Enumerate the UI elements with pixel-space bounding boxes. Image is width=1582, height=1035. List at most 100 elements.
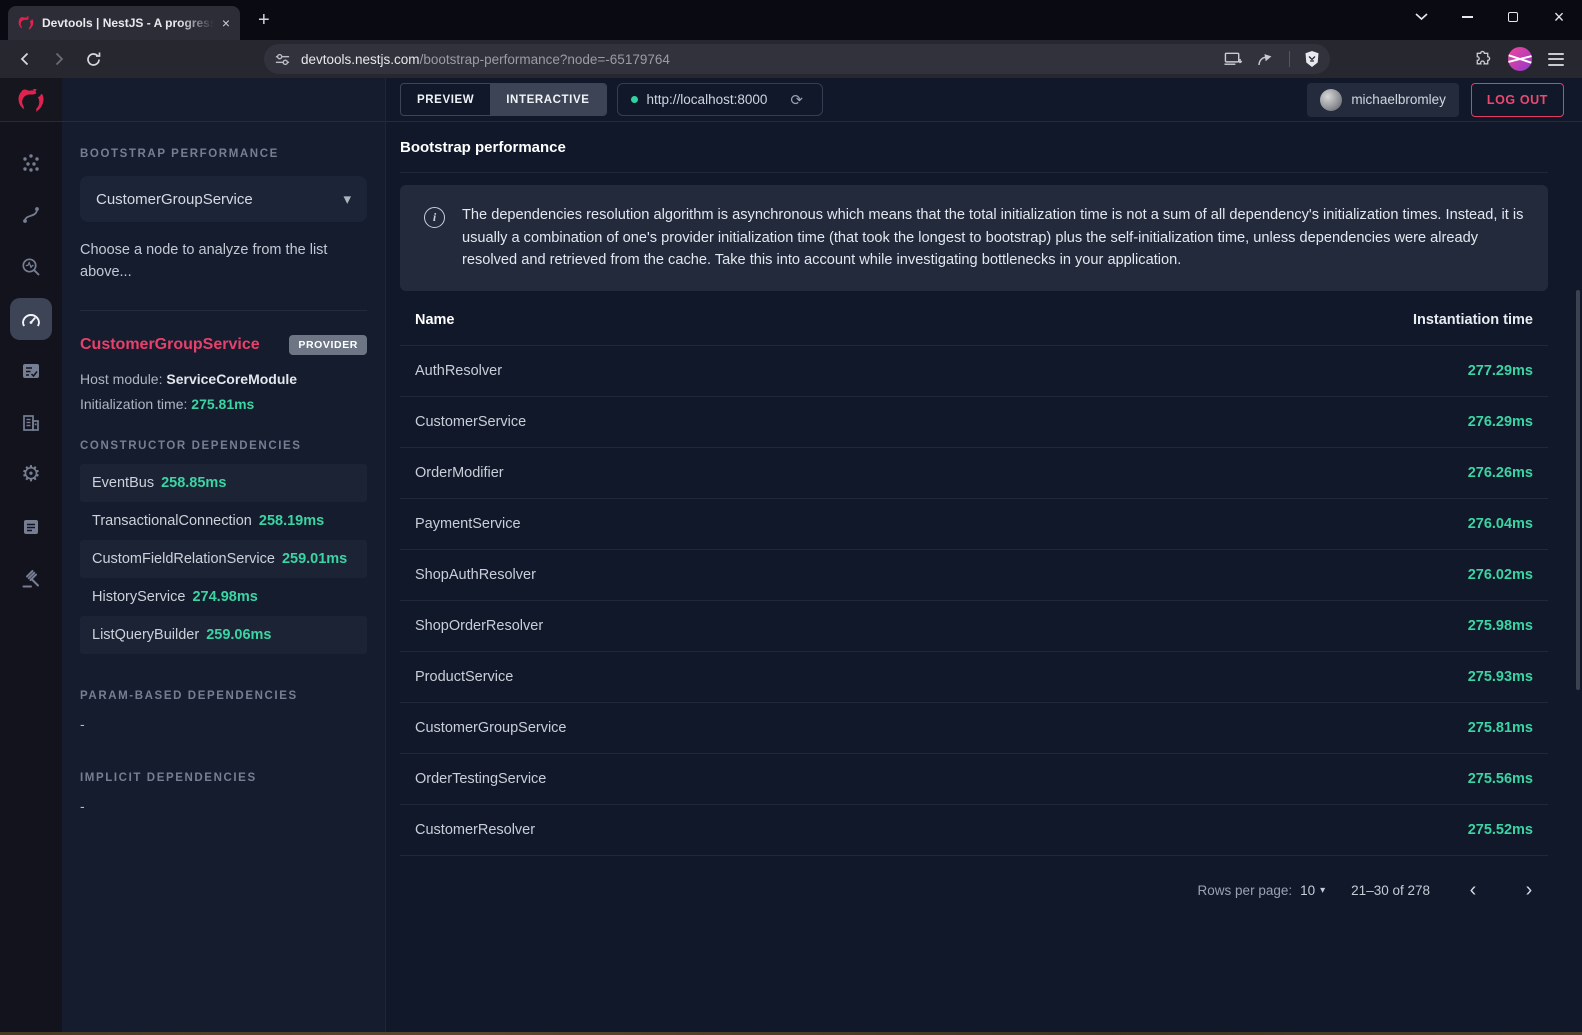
share-icon[interactable] [1257, 51, 1275, 67]
extensions-icon[interactable] [1473, 50, 1492, 69]
dep-row[interactable]: EventBus258.85ms [80, 464, 367, 502]
pagination: Rows per page: 10 ▾ 21–30 of 278 ‹ › [400, 855, 1548, 908]
page-title: Bootstrap performance [400, 122, 1548, 173]
address-bar[interactable]: devtools.nestjs.com/bootstrap-performanc… [264, 44, 1330, 74]
info-text: The dependencies resolution algorithm is… [462, 204, 1524, 272]
browser-window: Devtools | NestJS - A progressive × + × [0, 0, 1582, 1035]
dep-row[interactable]: TransactionalConnection258.19ms [80, 502, 367, 540]
tab-close-icon[interactable]: × [222, 16, 230, 30]
brave-shield-icon[interactable] [1304, 50, 1320, 68]
gauge-icon[interactable] [10, 298, 52, 340]
previous-page-button[interactable]: ‹ [1456, 874, 1490, 908]
preview-tab[interactable]: PREVIEW [401, 84, 490, 115]
app-header: PREVIEW INTERACTIVE http://localhost:800… [386, 78, 1582, 122]
panel-title: BOOTSTRAP PERFORMANCE [80, 148, 367, 160]
constructor-deps-list: EventBus258.85ms TransactionalConnection… [80, 464, 367, 654]
panel-header-spacer [62, 78, 385, 122]
column-header-time: Instantiation time [1028, 295, 1548, 346]
constructor-deps-title: CONSTRUCTOR DEPENDENCIES [80, 440, 367, 452]
table-row[interactable]: ProductService275.93ms [400, 651, 1548, 702]
forward-button[interactable] [44, 44, 74, 74]
tab-strip: Devtools | NestJS - A progressive × + × [0, 0, 1582, 40]
implicit-deps-value: - [80, 798, 367, 814]
tab-search-icon[interactable] [1398, 0, 1444, 34]
table-row[interactable]: AuthResolver277.29ms [400, 345, 1548, 396]
back-button[interactable] [10, 44, 40, 74]
init-time-row: Initialization time: 275.81ms [80, 396, 367, 412]
profile-avatar[interactable] [1508, 47, 1532, 71]
icon-rail: ⚙ [0, 78, 62, 1032]
provider-badge: PROVIDER [289, 335, 367, 355]
performance-table: Name Instantiation time AuthResolver277.… [400, 295, 1548, 855]
main-area: PREVIEW INTERACTIVE http://localhost:800… [386, 78, 1582, 1032]
browser-toolbar: devtools.nestjs.com/bootstrap-performanc… [0, 40, 1582, 78]
divider [1289, 51, 1290, 67]
user-avatar [1320, 89, 1342, 111]
send-to-device-icon[interactable] [1224, 51, 1243, 67]
gear-icon[interactable]: ⚙ [10, 454, 52, 496]
gavel-icon[interactable] [10, 558, 52, 600]
browser-tab[interactable]: Devtools | NestJS - A progressive × [8, 6, 240, 40]
table-row[interactable]: CustomerGroupService275.81ms [400, 702, 1548, 753]
toolbar-right [1473, 47, 1572, 71]
info-callout: i The dependencies resolution algorithm … [400, 185, 1548, 291]
target-url-box[interactable]: http://localhost:8000 ⟳ [617, 83, 823, 116]
dep-row[interactable]: ListQueryBuilder259.06ms [80, 616, 367, 654]
nestjs-logo[interactable] [0, 78, 62, 122]
table-row[interactable]: ShopOrderResolver275.98ms [400, 600, 1548, 651]
rail-icons: ⚙ [10, 142, 52, 600]
document-icon[interactable] [10, 506, 52, 548]
column-header-name: Name [400, 295, 1028, 346]
node-select-hint: Choose a node to analyze from the list a… [80, 240, 330, 284]
reload-button[interactable] [78, 44, 108, 74]
node-select-value: CustomerGroupService [96, 191, 253, 208]
table-row[interactable]: ShopAuthResolver276.02ms [400, 549, 1548, 600]
next-page-button[interactable]: › [1512, 874, 1546, 908]
menu-icon[interactable] [1548, 53, 1564, 66]
chevron-down-icon: ▾ [1320, 885, 1325, 896]
scrollbar[interactable] [1576, 290, 1580, 690]
nestjs-favicon [18, 15, 34, 31]
init-time-value: 275.81ms [191, 396, 254, 412]
info-icon: i [424, 207, 445, 228]
new-tab-button[interactable]: + [258, 9, 270, 32]
host-module-value: ServiceCoreModule [166, 371, 297, 387]
scan-icon[interactable] [10, 246, 52, 288]
dep-row[interactable]: HistoryService274.98ms [80, 578, 367, 616]
logout-button[interactable]: LOG OUT [1471, 83, 1564, 117]
rows-per-page-label: Rows per page: [1198, 883, 1293, 898]
selected-node-name: CustomerGroupService [80, 336, 260, 354]
site-settings-icon[interactable] [274, 51, 291, 68]
window-controls: × [1398, 0, 1582, 34]
interactive-tab[interactable]: INTERACTIVE [490, 84, 605, 115]
minimize-button[interactable] [1444, 0, 1490, 34]
refresh-icon[interactable]: ⟳ [790, 91, 803, 109]
table-row[interactable]: PaymentService276.04ms [400, 498, 1548, 549]
connection-status-dot [631, 96, 638, 103]
host-module-row: Host module: ServiceCoreModule [80, 371, 367, 387]
node-select[interactable]: CustomerGroupService ▾ [80, 176, 367, 222]
left-panel: BOOTSTRAP PERFORMANCE CustomerGroupServi… [62, 78, 386, 1032]
building-icon[interactable] [10, 402, 52, 444]
table-row[interactable]: OrderModifier276.26ms [400, 447, 1548, 498]
divider [80, 310, 367, 311]
tab-title: Devtools | NestJS - A progressive [42, 16, 214, 30]
user-chip[interactable]: michaelbromley [1307, 83, 1459, 117]
checklist-icon[interactable] [10, 350, 52, 392]
username: michaelbromley [1351, 92, 1446, 107]
routes-icon[interactable] [10, 194, 52, 236]
devtools-app: ⚙ [0, 78, 1582, 1032]
table-row[interactable]: CustomerResolver275.52ms [400, 804, 1548, 855]
url-text[interactable]: devtools.nestjs.com/bootstrap-performanc… [301, 52, 1214, 67]
maximize-button[interactable] [1490, 0, 1536, 34]
graph-icon[interactable] [10, 142, 52, 184]
table-row[interactable]: CustomerService276.29ms [400, 396, 1548, 447]
dep-row[interactable]: CustomFieldRelationService259.01ms [80, 540, 367, 578]
target-url: http://localhost:8000 [647, 92, 768, 107]
page-range: 21–30 of 278 [1351, 883, 1430, 898]
window-close-button[interactable]: × [1536, 0, 1582, 34]
mode-toggle: PREVIEW INTERACTIVE [400, 83, 607, 116]
omnibox-actions [1224, 50, 1320, 68]
table-row[interactable]: OrderTestingService275.56ms [400, 753, 1548, 804]
rows-per-page-select[interactable]: 10 ▾ [1300, 883, 1325, 898]
